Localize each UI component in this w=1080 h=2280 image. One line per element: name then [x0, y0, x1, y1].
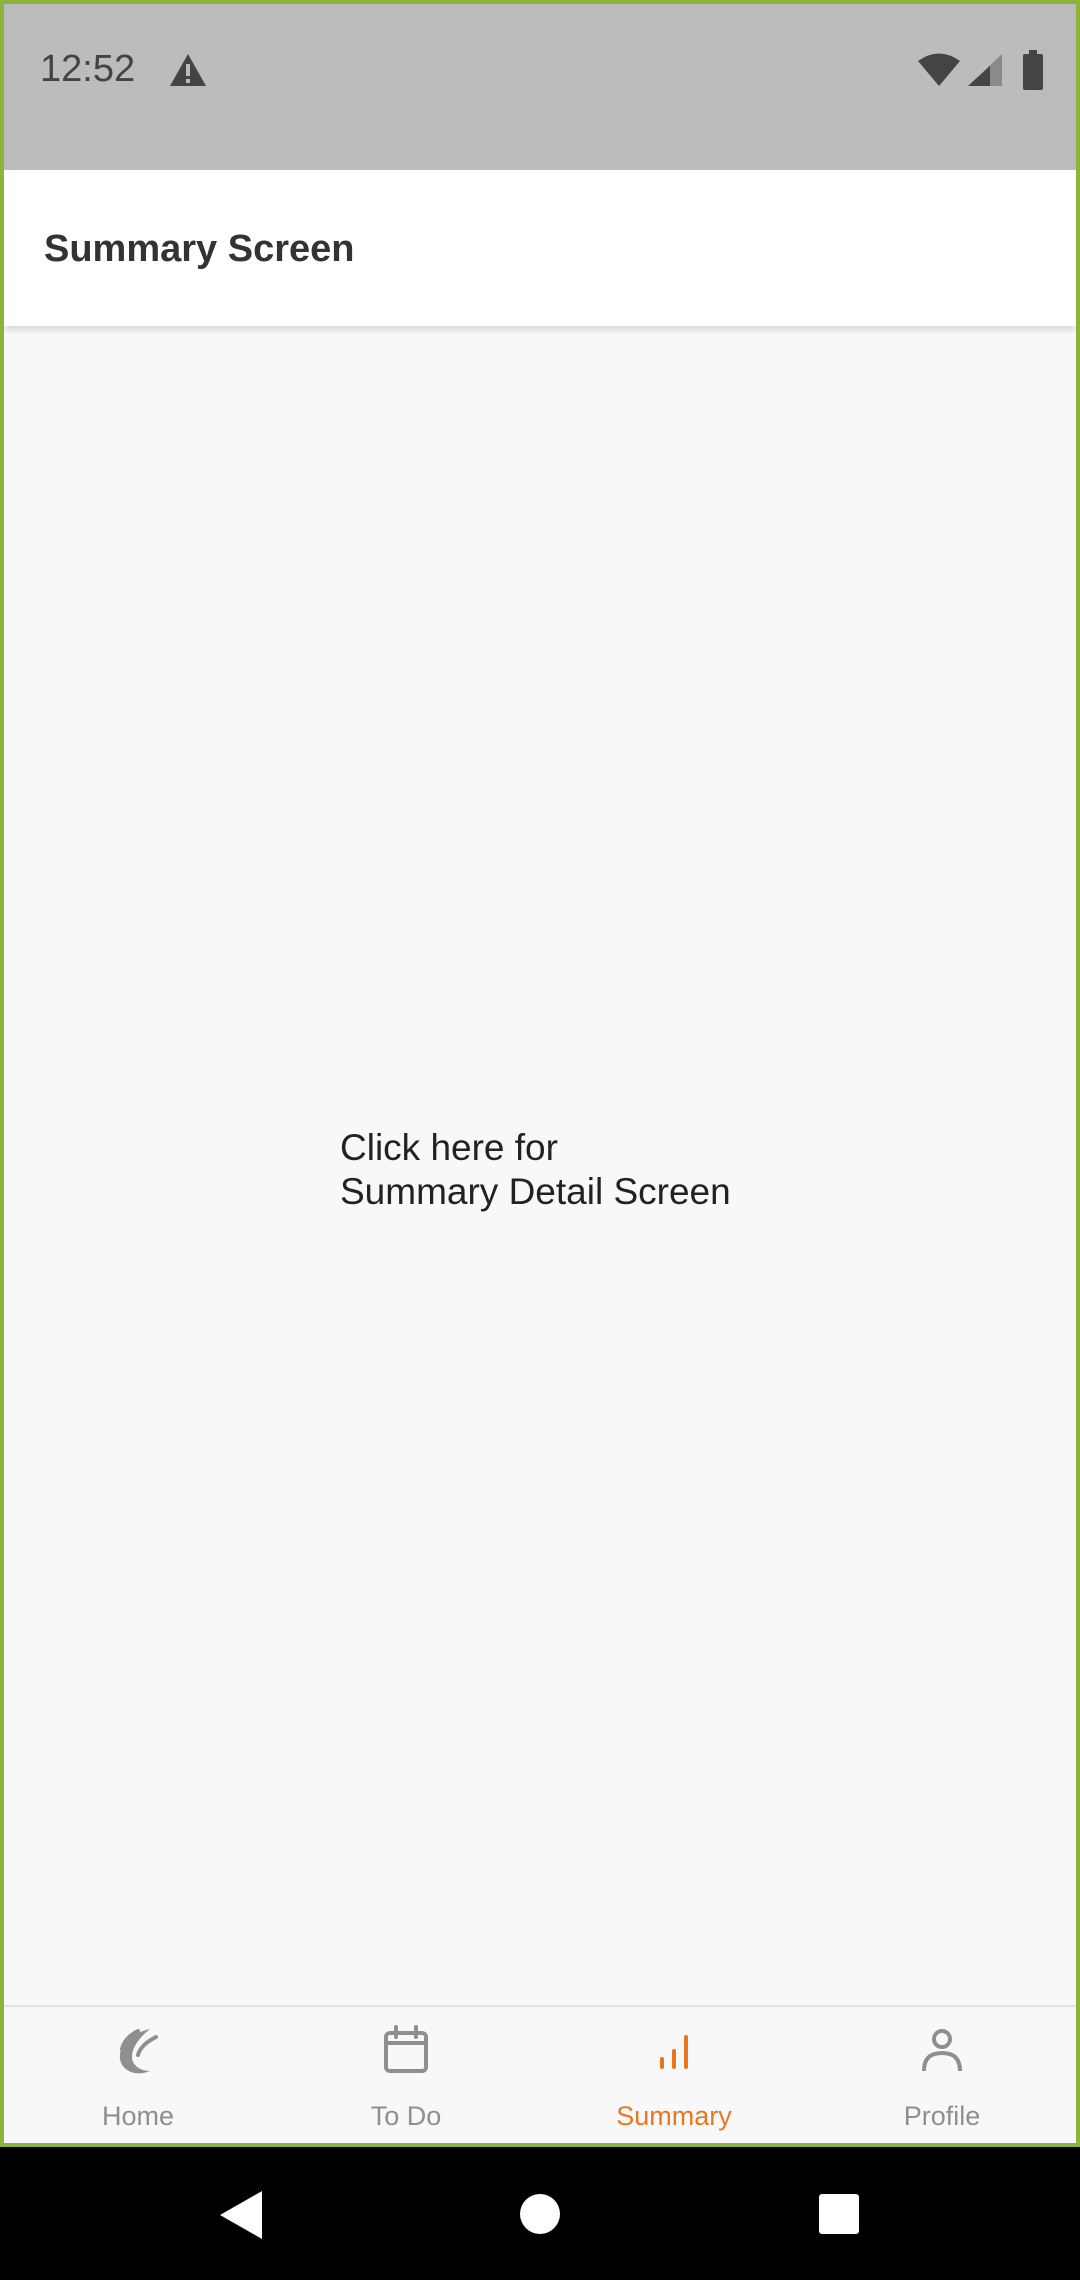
app-bar: Summary Screen [4, 170, 1076, 326]
nav-item-profile[interactable]: Profile [808, 2007, 1076, 2143]
page-title: Summary Screen [44, 228, 355, 270]
bar-chart-icon [660, 2035, 688, 2069]
nav-label-summary: Summary [616, 2101, 732, 2131]
recents-icon[interactable] [818, 2193, 860, 2235]
nav-label-home: Home [101, 2101, 175, 2131]
calendar-icon [384, 2025, 428, 2073]
summary-detail-link-line2: Summary Detail Screen [340, 1171, 731, 1212]
nav-label-profile: Profile [903, 2101, 981, 2131]
nav-item-summary[interactable]: Summary [540, 2007, 808, 2143]
app-frame: 12:52 Summary Screen Click here for Summ… [0, 0, 1080, 2147]
summary-detail-link[interactable]: Click here for Summary Detail Screen [340, 1126, 731, 1214]
back-icon[interactable] [216, 2189, 264, 2241]
nav-item-home[interactable]: Home [4, 2007, 272, 2143]
status-bar: 12:52 [4, 4, 1076, 170]
system-nav-bar [0, 2147, 1080, 2280]
bottom-nav: Home To Do Summary Profile [4, 2005, 1076, 2143]
battery-icon [1023, 50, 1043, 90]
nav-label-todo: To Do [370, 2101, 442, 2131]
signal-icon [968, 54, 1002, 86]
summary-detail-link-line1: Click here for [340, 1127, 558, 1168]
home-logo-icon [119, 2029, 158, 2074]
wifi-icon [918, 53, 960, 86]
home-icon[interactable] [519, 2193, 561, 2235]
main-content: Click here for Summary Detail Screen [4, 326, 1076, 2005]
status-time: 12:52 [40, 48, 136, 90]
person-icon [922, 2029, 962, 2072]
warning-icon [170, 54, 206, 86]
nav-item-todo[interactable]: To Do [272, 2007, 540, 2143]
